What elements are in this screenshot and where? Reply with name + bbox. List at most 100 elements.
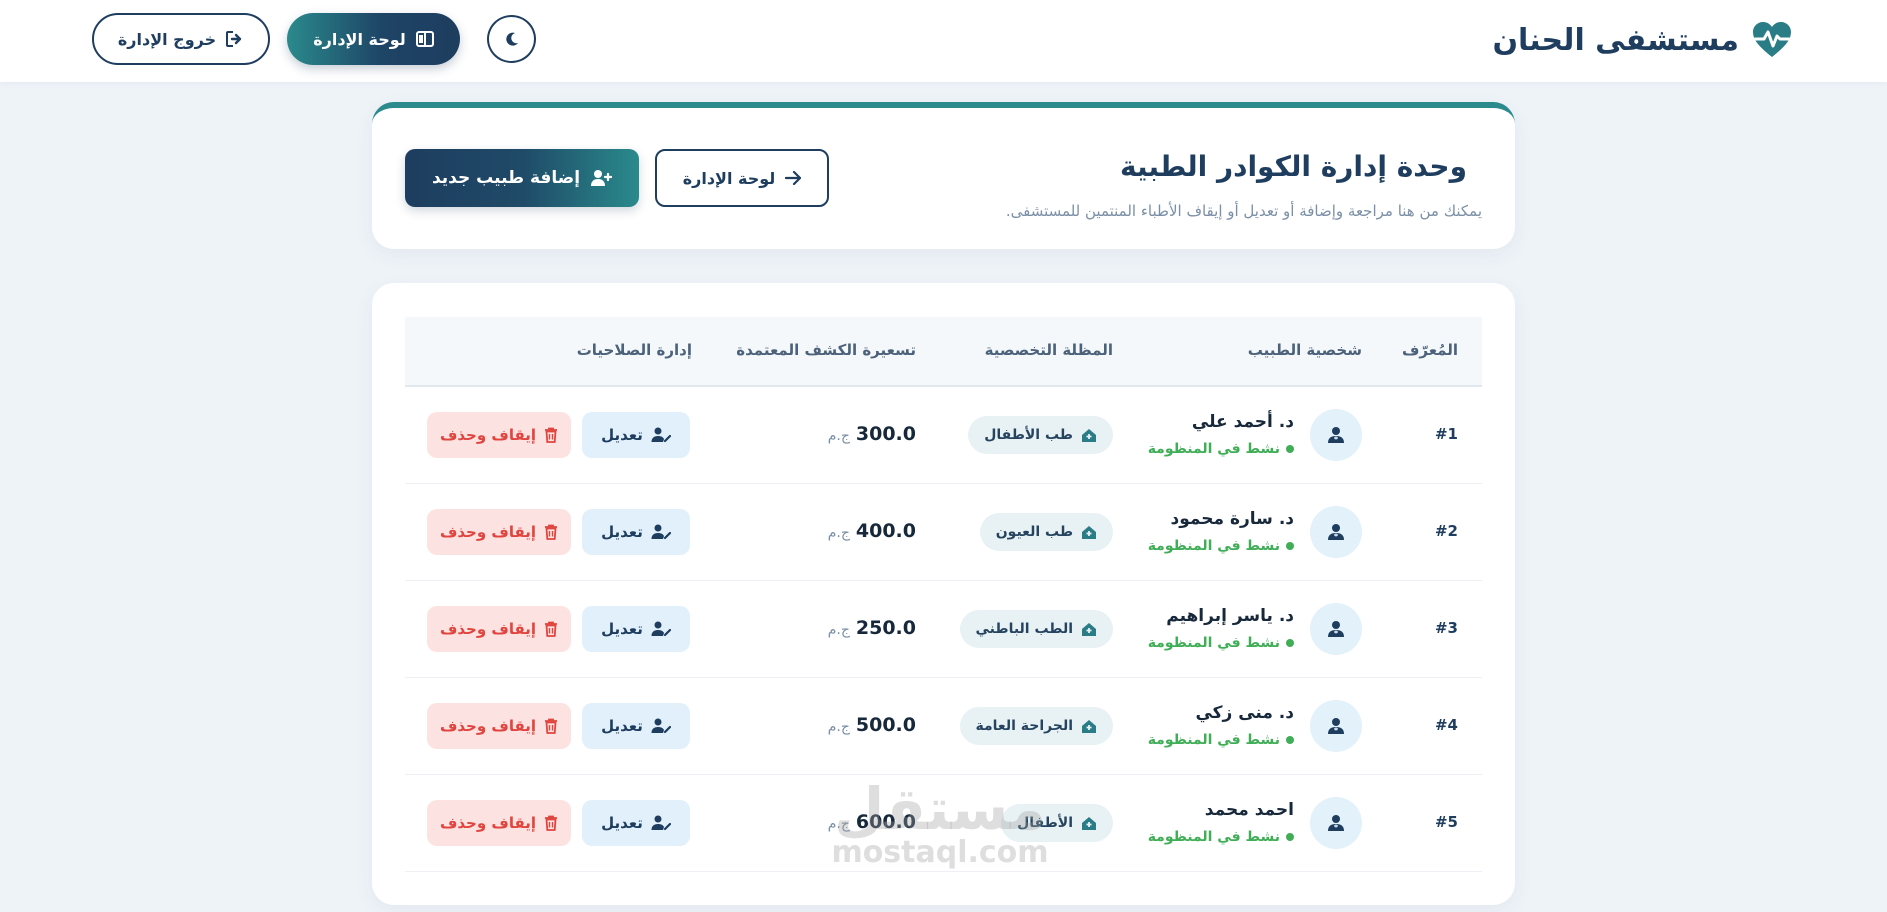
user-doctor-icon [1327, 814, 1345, 832]
specialty-badge: طب العيون [979, 513, 1113, 551]
doctor-status: نشط في المنظومة [1148, 441, 1294, 457]
dashboard-button[interactable]: لوحة الإدارة [287, 13, 460, 65]
doctor-name: احمد محمد [1204, 800, 1294, 820]
edit-label: تعديل [601, 523, 643, 541]
price-value: 500.0 [855, 714, 916, 736]
user-doctor-icon [1327, 523, 1345, 541]
delete-doctor-button[interactable]: إيقاف وحذف [427, 703, 571, 749]
theme-toggle-button[interactable] [487, 15, 536, 63]
delete-label: إيقاف وحذف [439, 717, 537, 735]
consultation-price: 400.0 ج.م [828, 520, 916, 542]
clinic-icon [1081, 816, 1097, 831]
column-header-id: المُعرّف [1401, 341, 1458, 359]
table-row: #5 احمد محمد نشط في المنظومة الأطفال 600… [405, 775, 1482, 872]
heart-pulse-icon [1751, 20, 1793, 60]
user-edit-icon [651, 621, 671, 637]
column-header-specialty: المظلة التخصصية [984, 341, 1113, 359]
doctor-status-text: نشط في المنظومة [1147, 635, 1280, 651]
trash-icon [544, 524, 558, 540]
column-header-actions: إدارة الصلاحيات [576, 341, 692, 359]
clinic-icon [1081, 428, 1097, 443]
delete-doctor-button[interactable]: إيقاف وحذف [427, 412, 571, 458]
consultation-price: 250.0 ج.م [828, 617, 916, 639]
status-dot [1286, 542, 1294, 550]
edit-label: تعديل [601, 717, 643, 735]
edit-doctor-button[interactable]: تعديل [582, 606, 690, 652]
doctor-avatar [1310, 797, 1362, 849]
user-edit-icon [651, 815, 671, 831]
column-header-doctor: شخصية الطبيب [1247, 341, 1362, 359]
trash-icon [544, 815, 558, 831]
back-to-dashboard-button[interactable]: لوحة الإدارة [655, 149, 829, 207]
logout-icon [226, 31, 244, 47]
trash-icon [544, 427, 558, 443]
brand-title: مستشفى الحنان [1492, 22, 1739, 58]
table-header: المُعرّف شخصية الطبيب المظلة التخصصية تس… [405, 317, 1482, 387]
price-currency: ج.م [827, 428, 850, 444]
table-row: #2 د. سارة محمود نشط في المنظومة طب العي… [405, 484, 1482, 581]
doctor-status-text: نشط في المنظومة [1147, 441, 1280, 457]
specialty-text: طب الأطفال [984, 427, 1073, 443]
doctor-status: نشط في المنظومة [1148, 732, 1294, 748]
doctor-id: #2 [1434, 522, 1458, 540]
delete-label: إيقاف وحذف [439, 814, 537, 832]
user-edit-icon [651, 427, 671, 443]
status-dot [1286, 445, 1294, 453]
table-row: #1 د. أحمد علي نشط في المنظومة طب الأطفا… [405, 387, 1482, 484]
delete-label: إيقاف وحذف [439, 620, 537, 638]
edit-doctor-button[interactable]: تعديل [582, 412, 690, 458]
page-title: وحدة إدارة الكوادر الطبية [1119, 150, 1467, 183]
edit-doctor-button[interactable]: تعديل [582, 509, 690, 555]
arrow-right-icon [785, 171, 802, 185]
consultation-price: 600.0 ج.م [828, 811, 916, 833]
doctor-avatar [1310, 603, 1362, 655]
specialty-badge: الجراحة العامة [959, 707, 1113, 745]
doctor-status: نشط في المنظومة [1148, 538, 1294, 554]
user-plus-icon [590, 169, 613, 187]
user-edit-icon [651, 524, 671, 540]
logout-button[interactable]: خروج الإدارة [92, 13, 270, 65]
delete-doctor-button[interactable]: إيقاف وحذف [427, 606, 571, 652]
user-doctor-icon [1327, 620, 1345, 638]
delete-doctor-button[interactable]: إيقاف وحذف [427, 800, 571, 846]
table-row: #4 د. منى زكي نشط في المنظومة الجراحة ال… [405, 678, 1482, 775]
doctor-name: د. ياسر إبراهيم [1166, 606, 1294, 626]
delete-doctor-button[interactable]: إيقاف وحذف [427, 509, 571, 555]
price-value: 250.0 [855, 617, 916, 639]
column-header-price: تسعيرة الكشف المعتمدة [736, 341, 916, 359]
doctor-id: #3 [1434, 619, 1458, 637]
price-currency: ج.م [827, 622, 850, 638]
trash-icon [544, 718, 558, 734]
doctors-table-card: المُعرّف شخصية الطبيب المظلة التخصصية تس… [372, 283, 1515, 905]
clinic-icon [1081, 525, 1097, 540]
price-currency: ج.م [827, 525, 850, 541]
delete-label: إيقاف وحذف [439, 426, 537, 444]
doctor-avatar [1310, 506, 1362, 558]
status-dot [1286, 833, 1294, 841]
specialty-text: الطب الباطني [975, 621, 1073, 637]
doctor-avatar [1310, 409, 1362, 461]
delete-label: إيقاف وحذف [439, 523, 537, 541]
doctor-avatar [1310, 700, 1362, 752]
doctor-name: د. سارة محمود [1170, 509, 1295, 529]
doctor-status-text: نشط في المنظومة [1147, 829, 1280, 845]
edit-doctor-button[interactable]: تعديل [582, 703, 690, 749]
doctors-page-header-card: وحدة إدارة الكوادر الطبية يمكنك من هنا م… [372, 102, 1515, 249]
brand[interactable]: مستشفى الحنان [1492, 18, 1793, 62]
doctor-status-text: نشط في المنظومة [1147, 732, 1280, 748]
moon-icon [504, 31, 520, 47]
consultation-price: 300.0 ج.م [828, 423, 916, 445]
doctor-name: د. منى زكي [1195, 703, 1294, 723]
user-doctor-icon [1327, 717, 1345, 735]
status-dot [1286, 736, 1294, 744]
doctor-status: نشط في المنظومة [1148, 829, 1294, 845]
doctor-name: د. أحمد علي [1191, 412, 1294, 432]
price-value: 300.0 [855, 423, 916, 445]
edit-label: تعديل [601, 620, 643, 638]
add-doctor-button[interactable]: إضافة طبيب جديد [405, 149, 639, 207]
specialty-badge: الطب الباطني [959, 610, 1113, 648]
edit-doctor-button[interactable]: تعديل [582, 800, 690, 846]
specialty-badge: الأطفال [1001, 804, 1113, 842]
edit-label: تعديل [601, 814, 643, 832]
doctor-status: نشط في المنظومة [1148, 635, 1294, 651]
